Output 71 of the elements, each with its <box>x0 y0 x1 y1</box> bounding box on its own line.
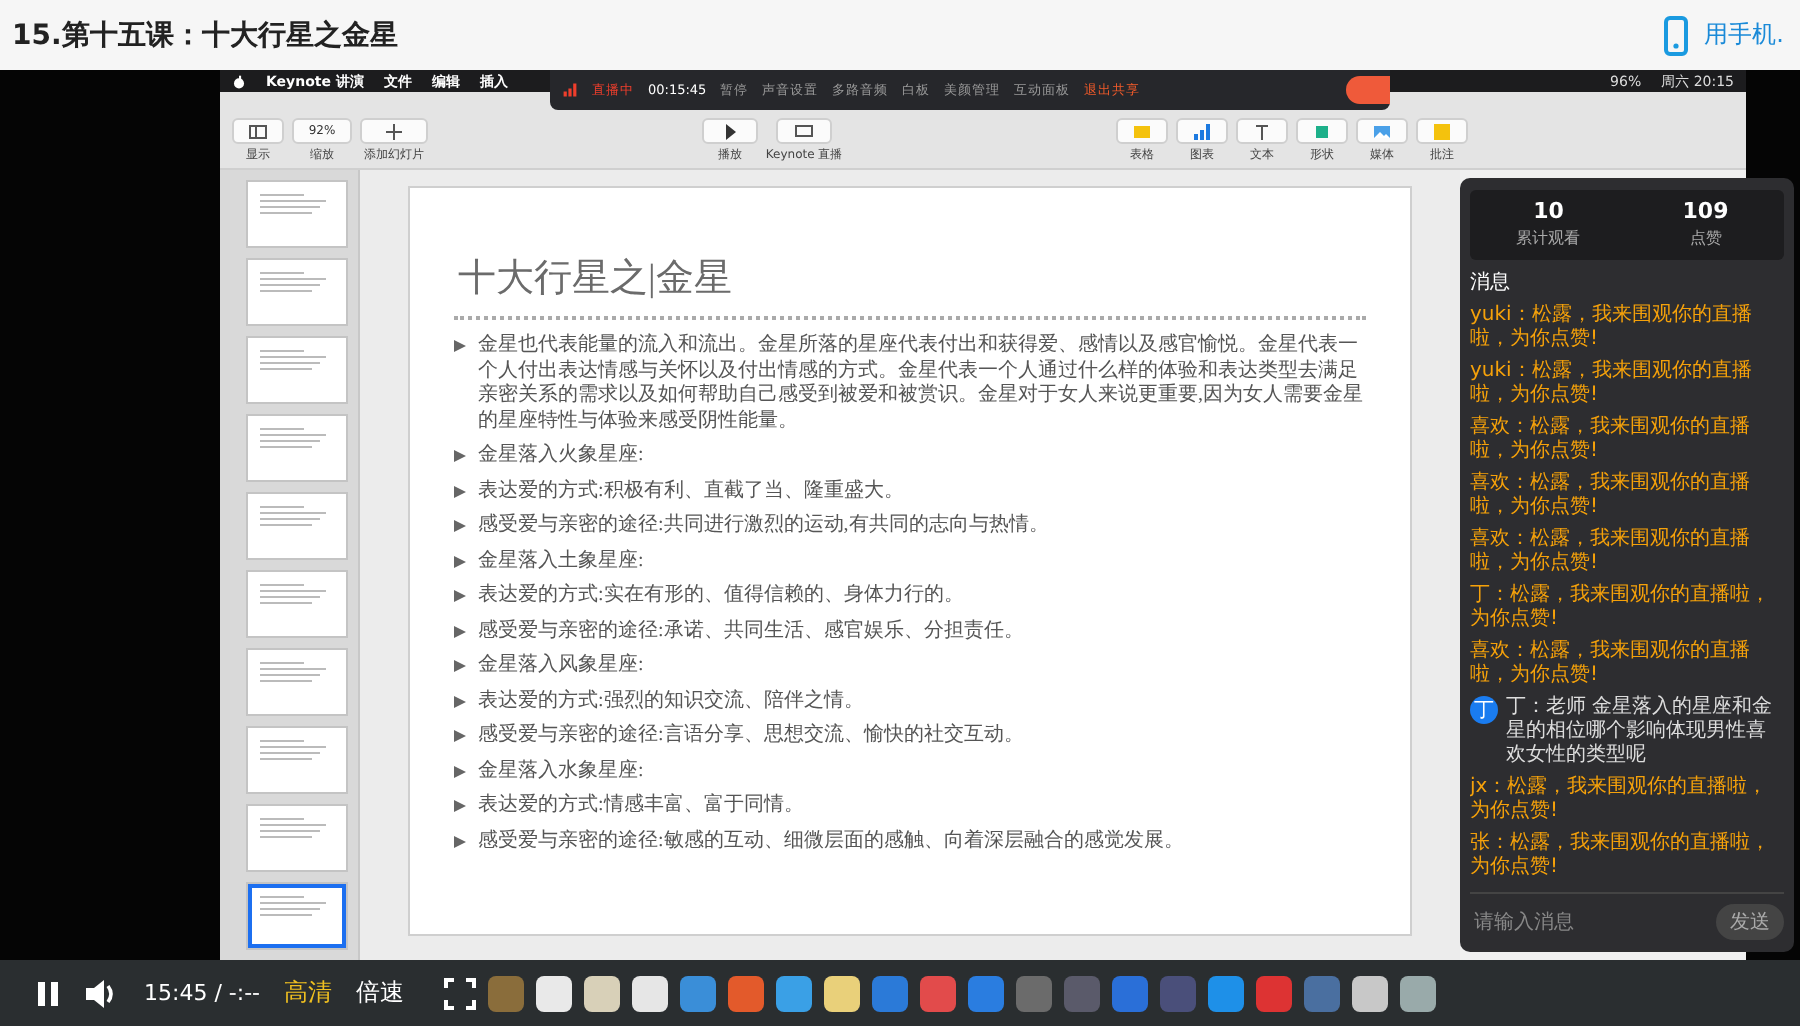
table-icon <box>1132 121 1153 141</box>
message-input[interactable]: 请输入消息 <box>1470 909 1708 935</box>
bullet-icon <box>454 660 466 672</box>
bullet-text: 表达爱的方式:强烈的知识交流、陪伴之情。 <box>478 689 864 714</box>
chat-message: yuki：松露，我来围观你的直播啦，为你点赞! <box>1470 360 1754 408</box>
bullet-text: 感受爱与亲密的途径:敏感的互动、细微层面的感触、向着深层融合的感觉发展。 <box>478 829 1184 854</box>
text-icon <box>1252 121 1273 141</box>
dock-app-icon[interactable] <box>536 975 573 1011</box>
bullet-icon <box>454 835 466 847</box>
bullet-text: 表达爱的方式:实在有形的、值得信赖的、身体力行的。 <box>478 584 964 609</box>
bullet-text: 金星落入土象星座: <box>478 549 644 574</box>
bullet-icon <box>454 520 466 532</box>
fullscreen-button[interactable] <box>444 977 477 1009</box>
chart-icon <box>1192 121 1213 141</box>
user-avatar: 丁 <box>1470 696 1498 724</box>
chat-message: yuki：松露，我来围观你的直播啦，为你点赞! <box>1470 304 1754 352</box>
bullet-icon <box>454 730 466 742</box>
quality-button[interactable]: 高清 <box>284 976 333 1010</box>
bullet-text: 感受爱与亲密的途径:共同进行激烈的运动,有共同的志向与热情。 <box>478 514 1049 539</box>
chat-message: 喜欢：松露，我来围观你的直播啦，为你点赞! <box>1470 528 1752 576</box>
pause-button[interactable] <box>36 979 60 1007</box>
bullet-text: 金星落入火象星座: <box>478 444 644 469</box>
chat-message: 丁：老师 金星落入的星座和金星的相位哪个影响体现男性喜欢女性的类型呢 <box>1506 696 1775 768</box>
playback-time: 15:45 / -:-- <box>144 980 261 1006</box>
dock-app-icon[interactable] <box>776 975 813 1011</box>
chat-message: 喜欢：松露，我来围观你的直播啦，为你点赞! <box>1470 416 1752 464</box>
stat-label: 点赞 <box>1689 227 1722 250</box>
sidebar-icon <box>248 121 268 141</box>
stat-value: 109 <box>1682 198 1729 224</box>
bullet-icon <box>454 555 466 567</box>
dock-app-icon[interactable] <box>1352 975 1389 1011</box>
chat-message: 张：松露，我来围观你的直播啦，为你点赞! <box>1470 832 1772 880</box>
bullet-icon <box>454 800 466 812</box>
bullet-text: 表达爱的方式:积极有利、直截了当、隆重盛大。 <box>478 479 904 504</box>
bullet-text: 金星也代表能量的流入和流出。金星所落的星座代表付出和获得爱、感情以及感官愉悦。金星代表一个人付出表达情感与关怀以及付出情感的方式。金星代表一个人通过什么样的体验和表达类型去满足亲密关系的需求以及如何帮助自己感受到被爱和被赏识。金星对于女人来说更重要,因为女人需要金星的星座特性与体验来感受阴性能量。 <box>478 334 1365 434</box>
note-icon <box>1432 121 1453 141</box>
chat-message: 喜欢：松露，我来围观你的直播啦，为你点赞! <box>1470 472 1752 520</box>
image-icon <box>1372 121 1393 141</box>
stat-label: 累计观看 <box>1516 228 1581 250</box>
end-live-button[interactable] <box>1346 76 1390 104</box>
send-button[interactable]: 发送 <box>1716 904 1784 940</box>
page-title: 15.第十五课：十大行星之金星 <box>12 17 398 53</box>
bullet-icon <box>454 485 466 497</box>
bullet-icon <box>454 450 466 462</box>
bullet-icon <box>454 695 466 707</box>
plus-icon <box>384 121 404 141</box>
dock-app-icon[interactable] <box>1400 975 1437 1011</box>
chat-message: jx：松露，我来围观你的直播啦，为你点赞! <box>1470 776 1770 824</box>
bullet-icon <box>454 340 466 352</box>
phone-icon <box>1664 15 1689 55</box>
signal-icon <box>562 82 578 98</box>
bullet-text: 金星落入风象星座: <box>478 654 644 679</box>
bullet-icon <box>454 625 466 637</box>
dock-app-icon[interactable] <box>632 975 669 1011</box>
shape-icon <box>1312 121 1333 141</box>
slide-title: 十大行星之|金星 <box>458 256 734 304</box>
stat-value: 10 <box>1533 198 1564 224</box>
dock-app-icon[interactable] <box>584 975 621 1011</box>
chat-heading: 消息 <box>1470 269 1512 296</box>
speed-button[interactable]: 倍速 <box>356 976 405 1010</box>
bullet-text: 金星落入水象星座: <box>478 759 644 784</box>
bullet-text: 感受爱与亲密的途径:言语分享、思想交流、愉快的社交互动。 <box>478 724 1024 749</box>
chat-message: 丁：松露，我来围观你的直播啦，为你点赞! <box>1470 584 1772 632</box>
bullet-text: 感受爱与亲密的途径:承诺、共同生活、感官娱乐、分担责任。 <box>478 619 1024 644</box>
chat-message: 喜欢：松露，我来围观你的直播啦，为你点赞! <box>1470 640 1752 688</box>
screen-icon <box>794 121 815 141</box>
slide-thumbnail[interactable] <box>248 884 346 948</box>
bullet-icon <box>454 590 466 602</box>
dock-app-icon[interactable] <box>824 975 861 1011</box>
bullet-text: 表达爱的方式:情感丰富、富于同情。 <box>478 794 804 819</box>
bullet-icon <box>454 765 466 777</box>
